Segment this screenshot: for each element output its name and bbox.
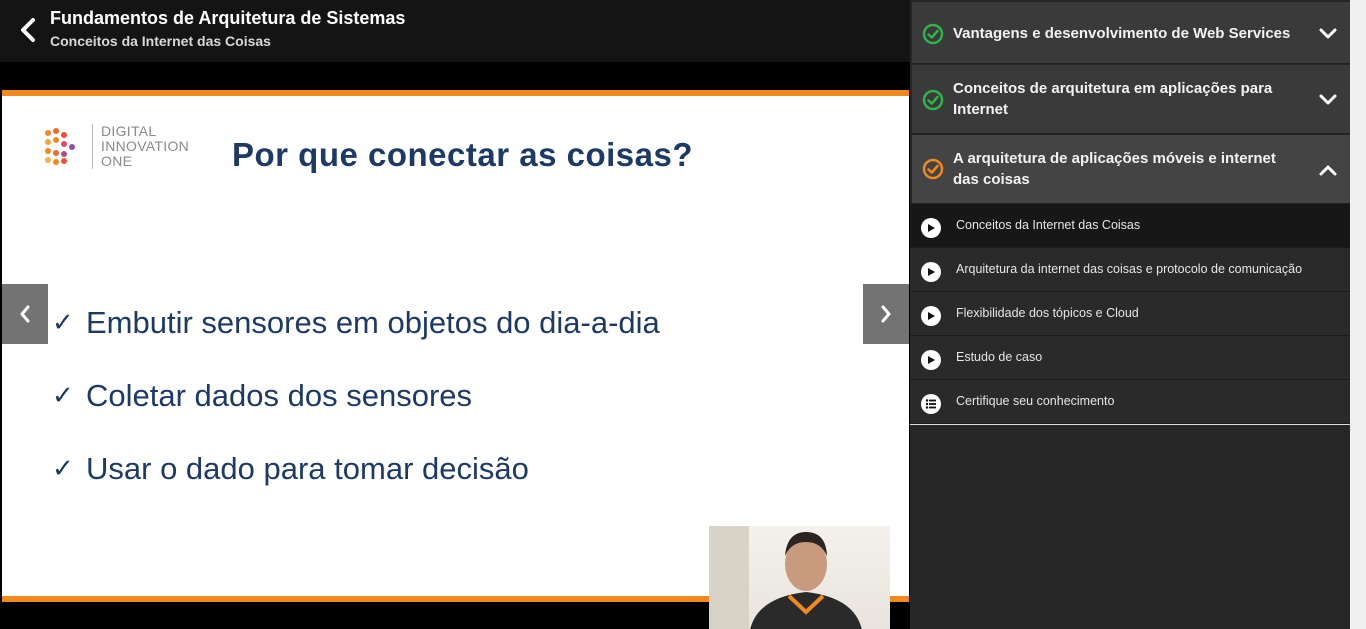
slide-bullet-text: Embutir sensores em objetos do dia-a-dia xyxy=(86,304,660,340)
lesson-title: Estudo de caso xyxy=(956,350,1043,364)
check-circle-icon xyxy=(922,89,944,111)
next-lesson-button[interactable] xyxy=(863,284,909,344)
logo-line: ONE xyxy=(101,153,133,169)
lesson-item[interactable]: Estudo de caso xyxy=(910,336,1350,380)
play-icon xyxy=(921,218,941,238)
slide-bullet: ✓ Usar o dado para tomar decisão xyxy=(52,432,660,505)
chevron-down-icon[interactable] xyxy=(1318,90,1338,110)
list-icon xyxy=(921,394,941,414)
lesson-title: Arquitetura da internet das coisas e pro… xyxy=(956,262,1303,276)
lesson-subtitle: Conceitos da Internet das Coisas xyxy=(50,33,271,49)
instructor-avatar xyxy=(709,526,862,629)
back-button[interactable] xyxy=(14,14,42,46)
play-icon xyxy=(921,306,941,326)
module-title: Conceitos de arquitetura em aplicações p… xyxy=(953,80,1273,118)
module-mobile-iot[interactable]: A arquitetura de aplicações móveis e int… xyxy=(912,135,1350,204)
module-internet-architecture[interactable]: Conceitos de arquitetura em aplicações p… xyxy=(912,65,1350,134)
logo-line: INNOVATION xyxy=(101,138,190,154)
play-icon xyxy=(921,350,941,370)
lesson-item[interactable]: Certifique seu conhecimento xyxy=(910,380,1350,424)
chevron-up-icon[interactable] xyxy=(1318,160,1338,180)
lesson-list-divider xyxy=(910,424,1350,425)
lesson-title: Certifique seu conhecimento xyxy=(956,394,1115,408)
chevron-left-icon xyxy=(20,305,30,323)
check-circle-icon xyxy=(922,23,944,45)
digital-innovation-one-logo: DIGITAL INNOVATION ONE xyxy=(42,124,189,169)
lesson-item[interactable]: Conceitos da Internet das Coisas xyxy=(910,204,1350,248)
slide-title: Por que conectar as coisas? xyxy=(232,136,694,173)
video-player[interactable]: DIGITAL INNOVATION ONE Por que conectar … xyxy=(0,62,910,629)
logo-text: DIGITAL INNOVATION ONE xyxy=(92,124,189,169)
module-title: Vantagens e desenvolvimento de Web Servi… xyxy=(953,25,1291,42)
lesson-item[interactable]: Flexibilidade dos tópicos e Cloud xyxy=(910,292,1350,336)
check-circle-orange-icon xyxy=(922,158,944,180)
course-player: Fundamentos de Arquitetura de Sistemas C… xyxy=(0,0,1366,629)
slide-bullet-text: Coletar dados dos sensores xyxy=(86,377,473,413)
module-web-services[interactable]: Vantagens e desenvolvimento de Web Servi… xyxy=(912,2,1350,64)
chevron-down-icon[interactable] xyxy=(1318,24,1338,44)
lesson-title: Conceitos da Internet das Coisas xyxy=(956,218,1141,232)
sidebar-scrollbar[interactable] xyxy=(1350,0,1366,629)
logo-line: DIGITAL xyxy=(101,123,157,139)
lesson-item[interactable]: Arquitetura da internet das coisas e pro… xyxy=(910,248,1350,292)
checkmark-icon: ✓ xyxy=(52,307,74,337)
player-header: Fundamentos de Arquitetura de Sistemas C… xyxy=(0,0,910,62)
checkmark-icon: ✓ xyxy=(52,380,74,410)
module-title: A arquitetura de aplicações móveis e int… xyxy=(953,150,1276,188)
slide-bullet-list: ✓ Embutir sensores em objetos do dia-a-di… xyxy=(52,286,660,505)
previous-lesson-button[interactable] xyxy=(2,284,48,344)
lesson-list: Conceitos da Internet das Coisas Arquite… xyxy=(910,204,1350,424)
slide-bullet: ✓ Coletar dados dos sensores xyxy=(52,359,660,432)
chevron-left-icon xyxy=(21,18,35,42)
logo-mark-icon xyxy=(45,127,75,165)
course-title: Fundamentos de Arquitetura de Sistemas xyxy=(50,8,406,28)
lesson-title: Flexibilidade dos tópicos e Cloud xyxy=(956,306,1139,320)
chevron-right-icon xyxy=(881,305,891,323)
play-icon xyxy=(921,262,941,282)
instructor-webcam xyxy=(709,526,890,629)
slide-bullet: ✓ Embutir sensores em objetos do dia-a-di… xyxy=(52,286,660,359)
slide-bullet-text: Usar o dado para tomar decisão xyxy=(86,450,529,486)
checkmark-icon: ✓ xyxy=(52,453,74,483)
course-sidebar: Vantagens e desenvolvimento de Web Servi… xyxy=(910,0,1366,629)
